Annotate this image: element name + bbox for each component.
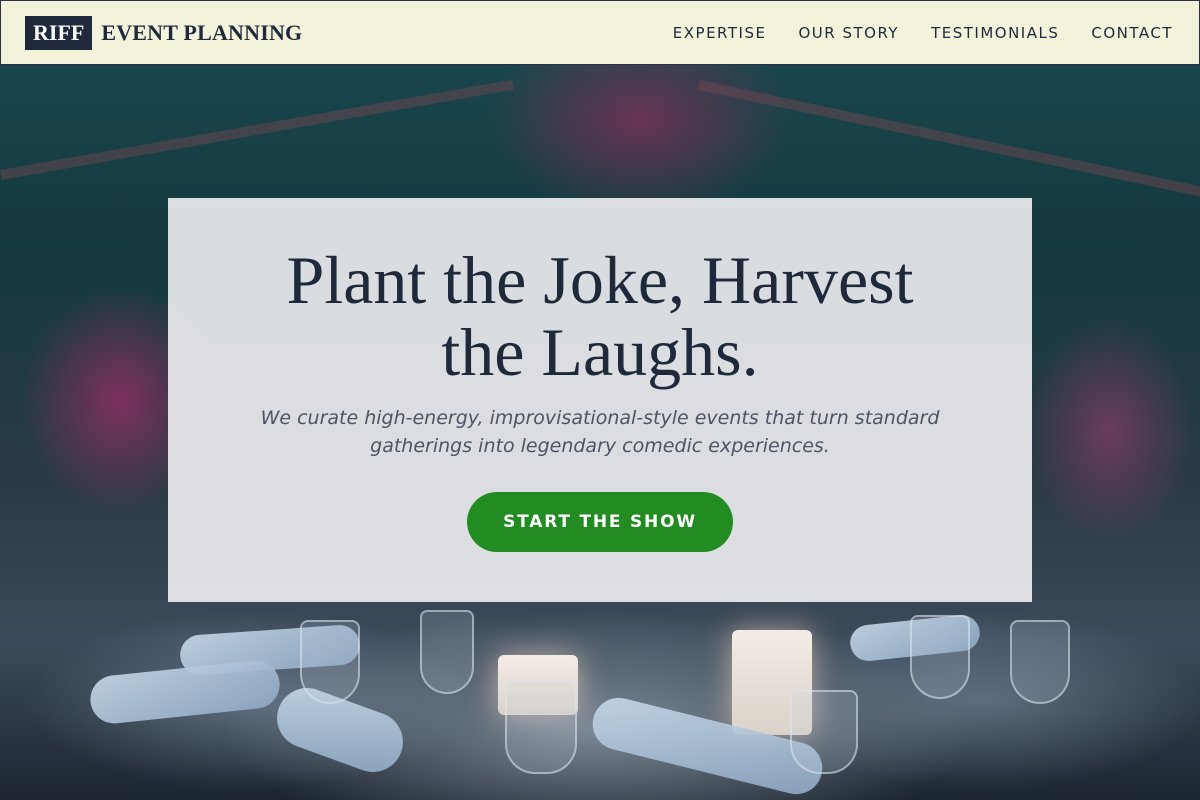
tent-drape bbox=[697, 80, 1200, 198]
hero-card: Plant the Joke, Harvest the Laughs. We c… bbox=[168, 198, 1032, 602]
wine-glass bbox=[1010, 620, 1070, 704]
hero-title: Plant the Joke, Harvest the Laughs. bbox=[286, 242, 914, 390]
hero-subtitle: We curate high-energy, improvisational-s… bbox=[260, 407, 940, 457]
logo-box: RIFF bbox=[25, 15, 93, 50]
nav-link-expertise[interactable]: EXPERTISE bbox=[673, 24, 767, 42]
wine-glass bbox=[790, 690, 858, 774]
wine-glass bbox=[300, 620, 360, 704]
wine-glass bbox=[910, 615, 970, 699]
main-nav: EXPERTISE OUR STORY TESTIMONIALS CONTACT bbox=[641, 24, 1173, 42]
start-the-show-button[interactable]: START THE SHOW bbox=[467, 492, 733, 552]
site-header: RIFF EVENT PLANNING EXPERTISE OUR STORY … bbox=[0, 0, 1200, 65]
nav-link-our-story[interactable]: OUR STORY bbox=[798, 24, 899, 42]
logo-text: EVENT PLANNING bbox=[101, 19, 303, 45]
wine-glass bbox=[505, 680, 577, 774]
tent-drape bbox=[0, 79, 514, 180]
wine-glass bbox=[420, 610, 474, 694]
nav-link-contact[interactable]: CONTACT bbox=[1091, 24, 1173, 42]
nav-link-testimonials[interactable]: TESTIMONIALS bbox=[931, 24, 1059, 42]
logo[interactable]: RIFF EVENT PLANNING bbox=[25, 15, 303, 50]
